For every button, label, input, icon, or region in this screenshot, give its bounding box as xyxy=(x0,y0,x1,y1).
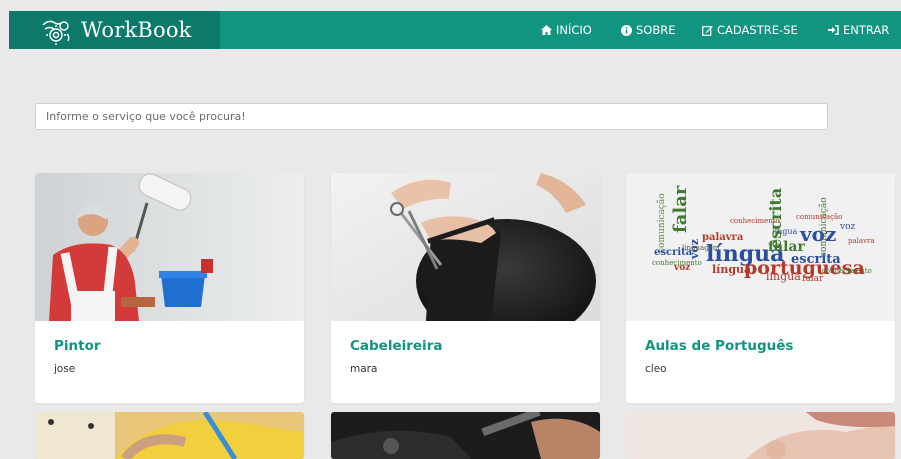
navbar: WorkBook INÍCIO SOBRE CADASTRE-SE ENTRAR xyxy=(9,11,901,49)
nav-item-sobre[interactable]: SOBRE xyxy=(620,11,676,49)
caregiver-photo xyxy=(626,412,895,459)
wordcloud-word: falar xyxy=(802,274,824,284)
wordcloud-word: escrita xyxy=(791,252,841,267)
card-title[interactable]: Pintor xyxy=(54,338,101,354)
sign-in-icon xyxy=(827,24,839,36)
nav-item-cadastre-se[interactable]: CADASTRE-SE xyxy=(701,11,798,49)
gears-hands-icon xyxy=(39,13,73,47)
brand-name: WorkBook xyxy=(81,18,192,42)
nav-item-entrar[interactable]: ENTRAR xyxy=(827,11,889,49)
service-card[interactable] xyxy=(331,412,600,459)
wordcloud-word: voz xyxy=(673,263,690,273)
service-card-aulas-de-portugues[interactable]: comunicação falar voz palavra conhecimen… xyxy=(626,173,895,403)
service-card-pintor[interactable]: Pintor jose xyxy=(35,173,304,403)
wordcloud-word: voz xyxy=(839,222,856,232)
wordcloud-word: comunicação xyxy=(818,197,829,257)
wordcloud-word: linguagem xyxy=(682,244,720,252)
card-title[interactable]: Cabeleireira xyxy=(350,338,442,354)
service-card-cabeleireira[interactable]: Cabeleireira mara xyxy=(331,173,600,403)
edit-icon xyxy=(701,24,713,36)
info-icon xyxy=(620,24,632,36)
wordcloud-word: palavra xyxy=(848,237,875,245)
service-card[interactable] xyxy=(626,412,895,459)
search-bar xyxy=(35,103,828,130)
wordcloud-word: comunicação xyxy=(656,193,667,253)
hairdresser-photo xyxy=(331,173,600,321)
nav-item-label: INÍCIO xyxy=(556,23,592,37)
search-input[interactable] xyxy=(35,103,828,130)
nav-item-inicio[interactable]: INÍCIO xyxy=(540,11,592,49)
wordcloud-word: língua xyxy=(766,270,801,283)
card-title[interactable]: Aulas de Português xyxy=(645,338,793,354)
card-subtitle: jose xyxy=(54,363,76,375)
mechanic-photo xyxy=(331,412,600,459)
card-subtitle: cleo xyxy=(645,363,667,375)
service-card[interactable] xyxy=(35,412,304,459)
portuguese-wordcloud: comunicação falar voz palavra conhecimen… xyxy=(626,173,895,321)
card-subtitle: mara xyxy=(350,363,378,375)
brand[interactable]: WorkBook xyxy=(9,11,220,49)
home-icon xyxy=(540,24,552,36)
nav-item-label: CADASTRE-SE xyxy=(717,23,798,37)
nav-item-label: ENTRAR xyxy=(843,23,890,37)
painter-photo xyxy=(35,173,304,321)
wordcloud-word: conhecimento xyxy=(822,267,872,275)
wordcloud-word: falar xyxy=(670,185,691,233)
nav-item-label: SOBRE xyxy=(636,23,676,37)
tailor-photo xyxy=(35,412,304,459)
